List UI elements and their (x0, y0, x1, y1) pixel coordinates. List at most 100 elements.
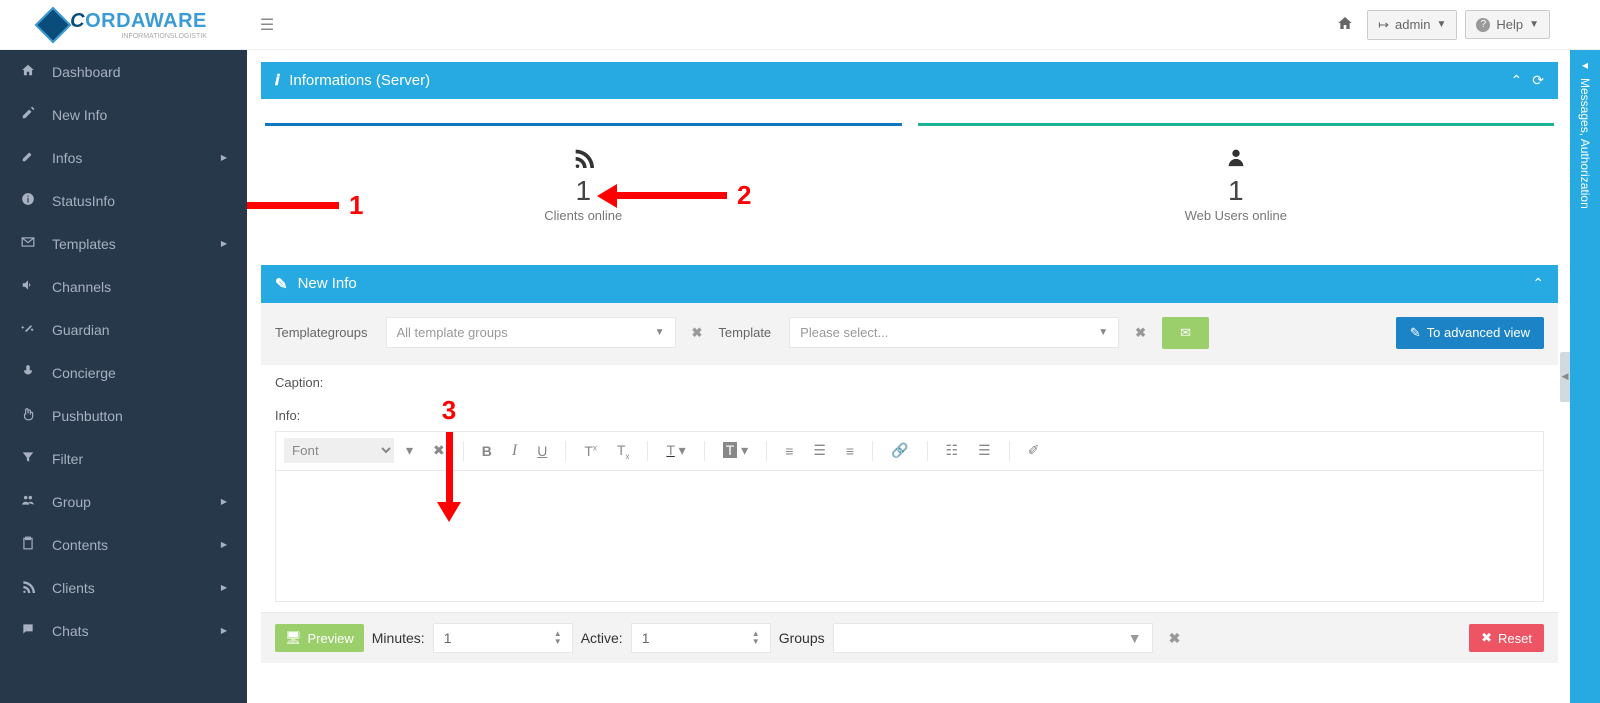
preview-button[interactable]: 🖥 Preview (275, 624, 364, 652)
sidebar-item-dashboard[interactable]: Dashboard (0, 50, 247, 93)
send-mail-button[interactable]: ✉ (1162, 317, 1209, 349)
rss-icon (265, 146, 902, 174)
clients-online-card[interactable]: 1 Clients online (265, 111, 902, 223)
sidebar-item-label: Group (52, 494, 91, 510)
eraser-button[interactable]: ✐ (1020, 438, 1048, 463)
sidebar-item-channels[interactable]: Channels (0, 265, 247, 308)
minutes-label: Minutes: (372, 630, 425, 646)
groups-select[interactable]: ▼ (833, 623, 1153, 653)
hand-icon (20, 407, 36, 424)
mic-icon (20, 364, 36, 381)
sidebar-toggle[interactable]: ☰ (247, 15, 287, 35)
reset-button[interactable]: ✖ Reset (1469, 624, 1544, 652)
caption-label: Caption: (275, 375, 1544, 390)
collapse-icon[interactable]: ⌃ (1532, 275, 1544, 292)
italic-button[interactable]: I (504, 438, 525, 464)
chevron-right-icon: ▶ (221, 497, 227, 506)
minutes-spinner[interactable]: 1 ▲▼ (433, 623, 573, 653)
caret-down-icon: ▼ (1128, 630, 1142, 646)
logout-icon: ↦ (1378, 17, 1389, 33)
clipboard-icon (20, 536, 36, 553)
messages-authorization-bar[interactable]: ◂ Messages, Authorization (1570, 50, 1600, 703)
info-panel-title: Informations (Server) (289, 72, 430, 89)
underline-button[interactable]: U (529, 439, 555, 463)
ordered-list-button[interactable]: ☷ (938, 438, 967, 463)
info-label: Info: (275, 408, 1544, 423)
web-users-card[interactable]: 1 Web Users online (918, 111, 1555, 223)
users-icon (20, 493, 36, 510)
sidebar-item-contents[interactable]: Contents▶ (0, 523, 247, 566)
subscript-button[interactable]: Tx (609, 438, 638, 465)
template-label: Template (718, 325, 781, 340)
sidebar-item-label: Contents (52, 537, 108, 553)
brand-logo[interactable]: CORDAWARE INFORMATIONSLOGISTIK (0, 0, 247, 50)
close-icon: ✖ (1481, 630, 1492, 646)
sidebar-item-label: Concierge (52, 365, 116, 381)
superscript-button[interactable]: Tx (576, 439, 605, 463)
wand-icon (20, 321, 36, 338)
info-panel-header: 𝒊 Informations (Server) ⌃ ⟳ (261, 62, 1558, 99)
help-menu[interactable]: ? Help ▼ (1465, 10, 1550, 39)
sidebar-item-statusinfo[interactable]: StatusInfo (0, 179, 247, 222)
align-center-button[interactable]: ☰ (805, 438, 834, 463)
refresh-icon[interactable]: ⟳ (1532, 72, 1544, 89)
sidebar-item-templates[interactable]: Templates ▶ (0, 222, 247, 265)
user-label: admin (1395, 17, 1430, 32)
align-left-button[interactable]: ≡ (777, 439, 801, 463)
home-icon[interactable] (1331, 9, 1359, 40)
clear-font-button[interactable]: ✖ (425, 438, 453, 463)
sidebar-item-label: Pushbutton (52, 408, 123, 424)
sidebar-item-infos[interactable]: Infos▶ (0, 136, 247, 179)
align-right-button[interactable]: ≡ (838, 439, 862, 463)
sidebar-item-clients[interactable]: Clients▶ (0, 566, 247, 609)
font-color-button[interactable]: T ▾ (658, 438, 693, 463)
sidebar-item-new-info[interactable]: New Info (0, 93, 247, 136)
main-content: 𝒊 Informations (Server) ⌃ ⟳ 1 Clients on… (247, 50, 1570, 703)
editor-textarea[interactable] (276, 471, 1543, 601)
rich-text-editor: Font ▾ ✖ B I U Tx Tx T ▾ T (275, 431, 1544, 603)
mail-icon (20, 235, 36, 252)
clear-templategroups[interactable]: ✖ (684, 325, 711, 341)
chevron-right-icon: ▶ (221, 626, 227, 635)
link-button[interactable]: 🔗 (883, 438, 916, 463)
sidebar-item-group[interactable]: Group ▶ (0, 480, 247, 523)
clear-template[interactable]: ✖ (1127, 325, 1154, 341)
right-drawer-handle[interactable]: ◀ (1560, 352, 1570, 402)
sidebar-item-label: Templates (52, 236, 116, 252)
sidebar: DashboardNew InfoInfos▶StatusInfoTemplat… (0, 50, 247, 703)
unordered-list-button[interactable]: ☰ (970, 438, 999, 463)
bold-button[interactable]: B (474, 439, 500, 463)
clear-groups[interactable]: ✖ (1161, 630, 1189, 647)
template-select[interactable]: Please select... ▼ (789, 317, 1119, 348)
collapse-icon[interactable]: ⌃ (1511, 72, 1523, 89)
sidebar-item-concierge[interactable]: Concierge (0, 351, 247, 394)
sidebar-item-pushbutton[interactable]: Pushbutton (0, 394, 247, 437)
home-icon (20, 63, 36, 80)
templategroups-select[interactable]: All template groups ▼ (386, 317, 676, 348)
web-users-label: Web Users online (918, 208, 1555, 223)
active-label: Active: (581, 630, 623, 646)
web-users-value: 1 (918, 174, 1555, 208)
active-spinner[interactable]: 1 ▲▼ (631, 623, 771, 653)
sidebar-item-chats[interactable]: Chats ▶ (0, 609, 247, 652)
caret-down-icon: ▼ (655, 327, 665, 338)
info-icon: 𝒊 (275, 72, 279, 89)
caret-down-icon: ▼ (1529, 19, 1539, 30)
advanced-view-button[interactable]: ✎ To advanced view (1396, 317, 1544, 349)
chevron-right-icon: ▶ (221, 239, 227, 248)
help-label: Help (1496, 17, 1523, 32)
templategroups-label: Templategroups (275, 325, 378, 340)
mail-icon: ✉ (1180, 325, 1191, 340)
sidebar-item-guardian[interactable]: Guardian (0, 308, 247, 351)
sidebar-item-label: Chats (52, 623, 89, 639)
sidebar-item-filter[interactable]: Filter (0, 437, 247, 480)
edit-icon: ✎ (275, 275, 288, 293)
sidebar-item-label: Infos (52, 150, 82, 166)
clients-online-label: Clients online (265, 208, 902, 223)
font-select[interactable]: Font (284, 438, 394, 463)
caret-down-icon[interactable]: ▾ (398, 438, 421, 463)
background-color-button[interactable]: T ▾ (715, 438, 756, 463)
groups-label: Groups (779, 630, 825, 646)
clients-online-value: 1 (265, 174, 902, 208)
user-menu[interactable]: ↦ admin ▼ (1367, 10, 1457, 40)
